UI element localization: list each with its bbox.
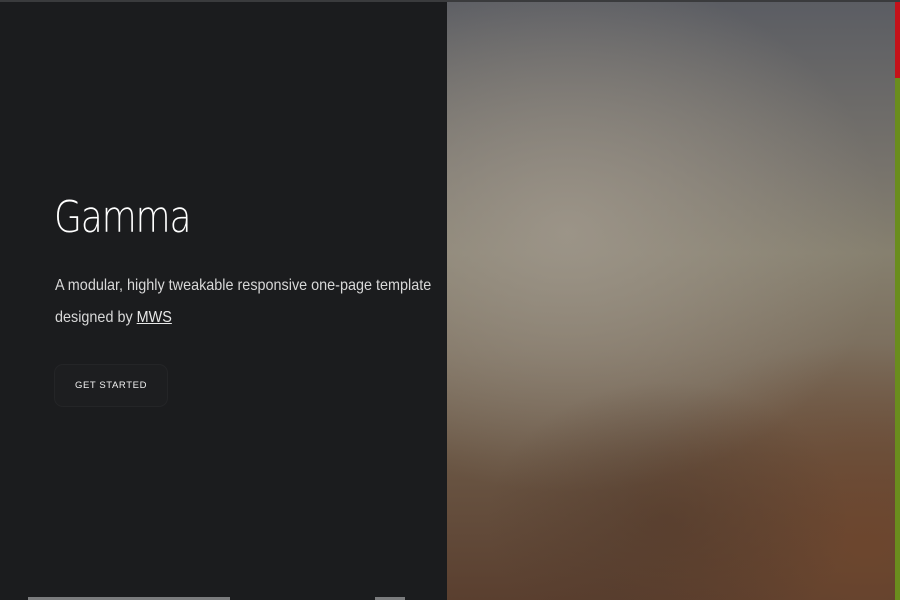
scrollbar-thumb[interactable] [895, 2, 900, 78]
page: Gamma A modular, highly tweakable respon… [0, 0, 900, 600]
hero-background-image [447, 2, 895, 600]
hero-title: Gamma [54, 192, 192, 243]
scrollbar[interactable] [895, 2, 900, 600]
hero-description: A modular, highly tweakable responsive o… [55, 270, 433, 334]
hero-panel: Gamma A modular, highly tweakable respon… [0, 2, 447, 600]
get-started-button[interactable]: GET STARTED [55, 365, 167, 406]
hero-description-text: A modular, highly tweakable responsive o… [55, 277, 432, 326]
author-link[interactable]: MWS [137, 309, 172, 326]
